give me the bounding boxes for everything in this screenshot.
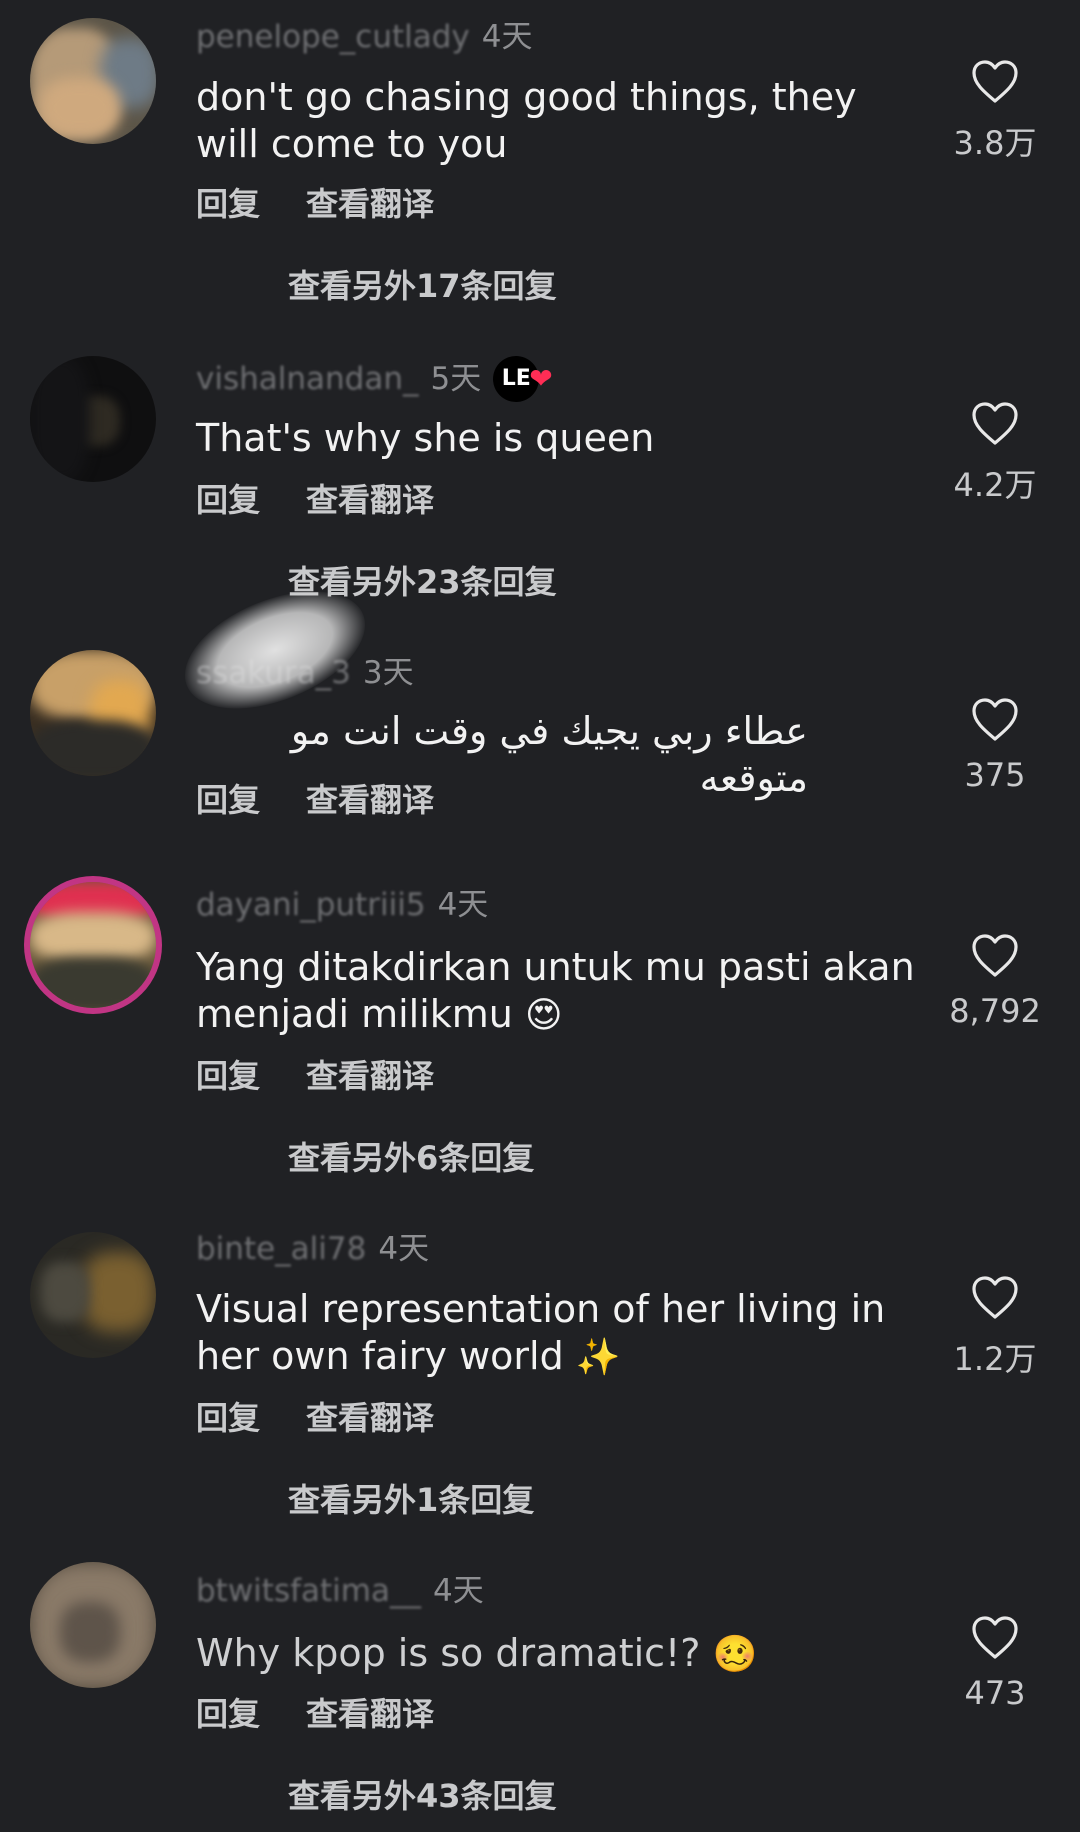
like-control: 4.2万 bbox=[940, 402, 1050, 506]
view-more-replies-button[interactable]: 查看另外1条回复 bbox=[288, 1478, 534, 1522]
avatar[interactable] bbox=[30, 1562, 156, 1688]
avatar[interactable] bbox=[30, 356, 156, 482]
timestamp: 4天 bbox=[481, 18, 533, 55]
avatar[interactable] bbox=[30, 18, 156, 144]
reply-button[interactable]: 回复 bbox=[196, 778, 260, 822]
username[interactable]: ssakura_3 bbox=[196, 653, 351, 693]
comment-meta: binte_ali78 4天 bbox=[196, 1228, 429, 1268]
comment-text: Visual representation of her living in h… bbox=[196, 1286, 916, 1381]
comment-actions: 回复 查看翻译 bbox=[196, 778, 480, 822]
comment-actions: 回复 查看翻译 bbox=[196, 1396, 480, 1440]
like-count: 473 bbox=[964, 1674, 1026, 1712]
translate-button[interactable]: 查看翻译 bbox=[306, 1054, 434, 1098]
like-control: 1.2万 bbox=[940, 1276, 1050, 1380]
timestamp: 5天 bbox=[430, 361, 482, 397]
like-count: 3.8万 bbox=[953, 124, 1037, 162]
like-control: 473 bbox=[940, 1616, 1050, 1712]
username[interactable]: binte_ali78 bbox=[196, 1229, 366, 1269]
fan-badge: LE ❤ bbox=[493, 356, 559, 402]
translate-button[interactable]: 查看翻译 bbox=[306, 778, 434, 822]
username[interactable]: dayani_putriii5 bbox=[196, 885, 426, 925]
comment-meta: btwitsfatima__ 4天 bbox=[196, 1570, 484, 1610]
view-more-replies-button[interactable]: 查看另外43条回复 bbox=[288, 1774, 557, 1818]
sparkles-emoji: ✨ bbox=[575, 1337, 621, 1378]
heart-outline-icon[interactable] bbox=[971, 934, 1019, 978]
reply-button[interactable]: 回复 bbox=[196, 478, 260, 522]
comment-actions: 回复 查看翻译 bbox=[196, 1054, 480, 1098]
translate-button[interactable]: 查看翻译 bbox=[306, 478, 434, 522]
translate-button[interactable]: 查看翻译 bbox=[306, 182, 434, 226]
like-control: 3.8万 bbox=[940, 60, 1050, 164]
username[interactable]: vishalnandan_ bbox=[196, 359, 418, 399]
timestamp: 4天 bbox=[432, 1572, 484, 1609]
like-control: 8,792 bbox=[940, 934, 1050, 1030]
heart-outline-icon[interactable] bbox=[971, 402, 1019, 446]
view-more-replies-button[interactable]: 查看另外6条回复 bbox=[288, 1136, 534, 1180]
comment-actions: 回复 查看翻译 bbox=[196, 182, 480, 226]
username[interactable]: btwitsfatima__ bbox=[196, 1571, 421, 1611]
comment-text-body: Why kpop is so dramatic!? bbox=[196, 1631, 701, 1675]
reply-button[interactable]: 回复 bbox=[196, 1054, 260, 1098]
heart-outline-icon[interactable] bbox=[971, 698, 1019, 742]
avatar[interactable] bbox=[30, 882, 156, 1008]
comment-text: Yang ditakdirkan untuk mu pasti akan men… bbox=[196, 944, 916, 1039]
avatar[interactable] bbox=[30, 650, 156, 776]
comment-meta: ssakura_3 3天 bbox=[196, 652, 414, 692]
comment-meta: penelope_cutlady 4天 bbox=[196, 16, 533, 56]
heart-eyes-emoji: 😍 bbox=[524, 995, 563, 1036]
like-count: 375 bbox=[964, 756, 1026, 794]
comment-actions: 回复 查看翻译 bbox=[196, 1692, 480, 1736]
like-count: 1.2万 bbox=[953, 1340, 1037, 1378]
timestamp: 3天 bbox=[362, 654, 414, 691]
woozy-face-emoji: 🥴 bbox=[712, 1634, 758, 1675]
timestamp: 4天 bbox=[437, 886, 489, 923]
comment-text: don't go chasing good things, they will … bbox=[196, 75, 857, 166]
view-more-replies-button[interactable]: 查看另外23条回复 bbox=[288, 560, 557, 604]
comment-meta: vishalnandan_ 5天 LE ❤ bbox=[196, 356, 559, 402]
comment-text: That's why she is queen bbox=[196, 416, 655, 460]
heart-icon: ❤ bbox=[529, 362, 553, 395]
comment-text: Why kpop is so dramatic!? 🥴 bbox=[196, 1630, 916, 1678]
username[interactable]: penelope_cutlady bbox=[196, 17, 470, 57]
comment-text-body: Visual representation of her living in h… bbox=[196, 1287, 886, 1378]
reply-button[interactable]: 回复 bbox=[196, 182, 260, 226]
comment-meta: dayani_putriii5 4天 bbox=[196, 884, 488, 924]
timestamp: 4天 bbox=[378, 1230, 430, 1267]
heart-outline-icon[interactable] bbox=[971, 1616, 1019, 1660]
heart-outline-icon[interactable] bbox=[971, 60, 1019, 104]
like-count: 4.2万 bbox=[953, 466, 1037, 504]
comment-actions: 回复 查看翻译 bbox=[196, 478, 480, 522]
heart-outline-icon[interactable] bbox=[971, 1276, 1019, 1320]
view-more-replies-button[interactable]: 查看另外17条回复 bbox=[288, 264, 557, 308]
translate-button[interactable]: 查看翻译 bbox=[306, 1692, 434, 1736]
reply-button[interactable]: 回复 bbox=[196, 1396, 260, 1440]
like-control: 375 bbox=[940, 698, 1050, 794]
avatar[interactable] bbox=[30, 1232, 156, 1358]
like-count: 8,792 bbox=[949, 992, 1041, 1030]
reply-button[interactable]: 回复 bbox=[196, 1692, 260, 1736]
translate-button[interactable]: 查看翻译 bbox=[306, 1396, 434, 1440]
